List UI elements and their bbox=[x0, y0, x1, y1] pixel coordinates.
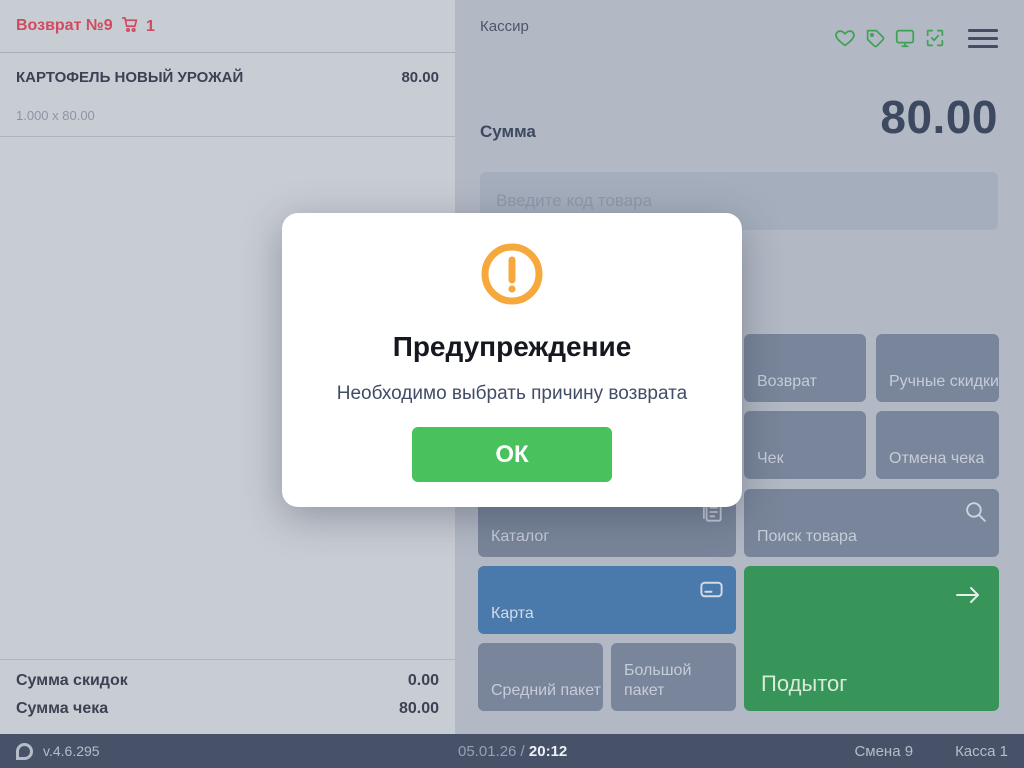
search-product-label: Поиск товара bbox=[757, 528, 857, 545]
cancel-check-label: Отмена чека bbox=[889, 450, 985, 467]
shift-label: Смена 9 bbox=[854, 742, 914, 760]
search-icon bbox=[963, 499, 988, 530]
big-bag-label: Большой пакет bbox=[624, 662, 692, 699]
medium-bag-button[interactable]: Средний пакет bbox=[478, 643, 603, 711]
card-button[interactable]: Карта bbox=[478, 566, 736, 634]
modal-title: Предупреждение bbox=[392, 331, 632, 362]
heart-icon[interactable] bbox=[834, 27, 856, 49]
return-button-label: Возврат bbox=[757, 373, 817, 390]
warning-icon bbox=[480, 242, 544, 311]
medium-bag-label: Средний пакет bbox=[491, 682, 601, 699]
receipt-title: Возврат №9 bbox=[16, 17, 113, 34]
modal-message: Необходимо выбрать причину возврата bbox=[336, 383, 688, 404]
status-datetime: 05.01.26 / 20:12 bbox=[458, 743, 567, 760]
sum-value: 80.00 bbox=[880, 91, 998, 143]
status-date: 05.01.26 bbox=[458, 742, 517, 760]
subtotal-button[interactable]: Подытог bbox=[744, 566, 999, 711]
item-name: КАРТОФЕЛЬ НОВЫЙ УРОЖАЙ bbox=[16, 69, 244, 86]
status-bar: v.4.6.295 05.01.26 / 20:12 Смена 9 Касса… bbox=[0, 734, 1024, 768]
tag-icon[interactable] bbox=[864, 27, 886, 49]
warning-modal: Предупреждение Необходимо выбрать причин… bbox=[282, 213, 742, 507]
check-sum-row: Сумма чека 80.00 bbox=[16, 700, 439, 718]
status-separator: / bbox=[516, 742, 529, 760]
discount-sum-value: 0.00 bbox=[407, 672, 439, 689]
card-icon bbox=[698, 576, 725, 609]
menu-icon[interactable] bbox=[968, 27, 998, 49]
status-left: v.4.6.295 bbox=[0, 742, 100, 760]
ok-button[interactable]: ОК bbox=[412, 427, 612, 482]
cart-icon bbox=[120, 15, 139, 38]
receipt-header: Возврат №9 1 bbox=[0, 0, 455, 53]
status-right: Смена 9 Касса 1 bbox=[854, 743, 1008, 760]
manual-discounts-button[interactable]: Ручные скидки bbox=[876, 334, 999, 402]
check-button[interactable]: Чек bbox=[744, 411, 866, 479]
check-sum-value: 80.00 bbox=[398, 700, 439, 717]
card-button-label: Карта bbox=[491, 605, 534, 622]
cashier-label: Кассир bbox=[480, 18, 529, 35]
sum-label: Сумма bbox=[480, 122, 536, 141]
catalog-button-label: Каталог bbox=[491, 528, 550, 545]
discount-sum-label: Сумма скидок bbox=[16, 672, 128, 689]
discount-sum-row: Сумма скидок 0.00 bbox=[16, 672, 439, 690]
receipt-item-row[interactable]: КАРТОФЕЛЬ НОВЫЙ УРОЖАЙ 80.00 1.000 x 80.… bbox=[0, 53, 455, 137]
cart-indicator[interactable]: 1 bbox=[120, 15, 155, 38]
subtotal-button-label: Подытог bbox=[761, 670, 848, 696]
monitor-icon[interactable] bbox=[894, 27, 916, 49]
pos-app: Возврат №9 1 КАРТОФЕЛЬ НОВЫЙ УРОЖАЙ 80.0… bbox=[0, 0, 1024, 768]
app-version: v.4.6.295 bbox=[43, 743, 100, 759]
big-bag-button[interactable]: Большой пакет bbox=[611, 643, 736, 711]
status-time: 20:12 bbox=[528, 742, 568, 760]
item-quantity-line: 1.000 x 80.00 bbox=[16, 108, 95, 123]
receipt-summary: Сумма скидок 0.00 Сумма чека 80.00 bbox=[0, 659, 455, 728]
item-price: 80.00 bbox=[401, 69, 439, 86]
cart-count: 1 bbox=[146, 17, 155, 35]
scan-check-icon[interactable] bbox=[924, 27, 946, 49]
toolbar-icons bbox=[834, 27, 998, 49]
search-product-button[interactable]: Поиск товара bbox=[744, 489, 999, 557]
check-sum-label: Сумма чека bbox=[16, 700, 109, 717]
check-button-label: Чек bbox=[757, 450, 784, 467]
return-button[interactable]: Возврат bbox=[744, 334, 866, 402]
register-label: Касса 1 bbox=[955, 742, 1008, 760]
cancel-check-button[interactable]: Отмена чека bbox=[876, 411, 999, 479]
arrow-right-icon bbox=[953, 582, 983, 615]
manual-discounts-label: Ручные скидки bbox=[889, 373, 999, 390]
app-logo-icon bbox=[16, 742, 33, 760]
